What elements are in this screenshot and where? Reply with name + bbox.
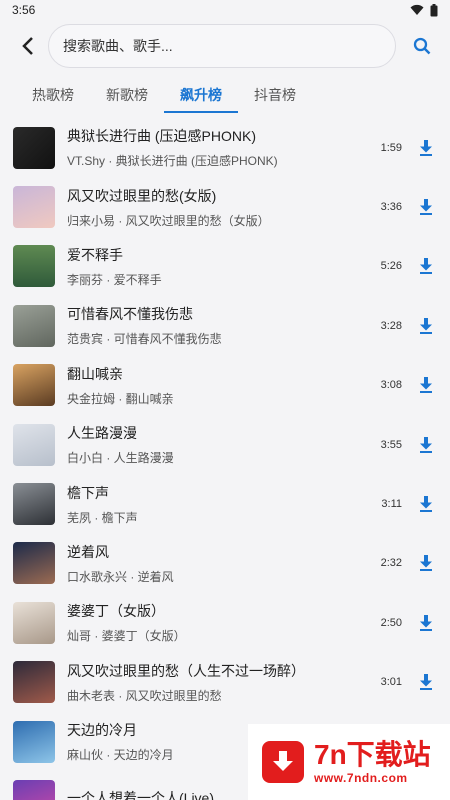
song-title: 婆婆丁（女版） (67, 603, 165, 620)
album-cover (13, 720, 55, 763)
album-cover (13, 542, 55, 585)
song-row[interactable]: 婆婆丁（女版） 灿哥 · 婆婆丁（女版） 2:50 (0, 593, 450, 652)
song-duration: 3:11 (381, 498, 402, 511)
song-artist-album: 曲木老表 · 风又吹过眼里的愁 (67, 688, 222, 703)
download-icon (420, 199, 432, 216)
search-placeholder: 搜索歌曲、歌手... (63, 38, 173, 54)
download-button[interactable] (416, 494, 436, 514)
search-input[interactable]: 搜索歌曲、歌手... (48, 24, 396, 68)
status-time: 3:56 (12, 3, 36, 17)
song-title: 檐下声 (67, 484, 109, 501)
song-artist-album: 归来小易 · 风又吹过眼里的愁（女版） (67, 213, 270, 228)
download-button[interactable] (416, 553, 436, 573)
tab-douyin[interactable]: 抖音榜 (238, 72, 312, 118)
download-icon (420, 139, 432, 156)
tab-rising[interactable]: 飙升榜 (164, 72, 238, 118)
song-duration: 2:50 (380, 616, 402, 629)
download-button[interactable] (416, 138, 436, 158)
download-button[interactable] (416, 375, 436, 395)
album-cover (13, 661, 55, 704)
song-duration: 5:26 (380, 260, 402, 273)
song-row[interactable]: 可惜春风不懂我伤悲范贵宾 · 可惜春风不懂我伤悲 3:28 (0, 296, 450, 355)
download-icon (420, 496, 432, 513)
battery-icon (430, 3, 438, 16)
watermark: 7n下载站 www.7ndn.com (248, 724, 450, 800)
download-icon (420, 674, 432, 691)
album-cover (13, 304, 55, 347)
song-artist-album: 白小白 · 人生路漫漫 (67, 451, 174, 466)
song-artist-album: 灿哥 · 婆婆丁（女版） (67, 629, 186, 644)
download-icon (420, 614, 432, 631)
album-cover (13, 423, 55, 466)
song-row[interactable]: 逆着风口水歌永兴 · 逆着风 2:32 (0, 534, 450, 593)
song-duration: 1:59 (380, 141, 402, 154)
download-button[interactable] (416, 613, 436, 633)
watermark-name: 7n下载站 (314, 739, 431, 770)
back-button[interactable] (16, 34, 40, 58)
song-row[interactable]: 人生路漫漫白小白 · 人生路漫漫 3:55 (0, 415, 450, 474)
wifi-icon (410, 4, 424, 15)
song-artist-album: 李丽芬 · 爱不释手 (67, 272, 162, 287)
song-artist-album: 央金拉姆 · 翻山喊亲 (67, 391, 174, 406)
song-artist-album: 口水歌永兴 · 逆着风 (67, 569, 174, 584)
status-bar: 3:56 (0, 0, 450, 20)
song-duration: 3:36 (380, 201, 402, 214)
song-duration: 3:08 (380, 379, 402, 392)
song-row[interactable]: 典狱长进行曲 (压迫感PHONK) VT.Shy · 典狱长进行曲 (压迫感PHO… (0, 118, 450, 177)
song-title: 风又吹过眼里的愁（人生不过一场醉） (67, 662, 305, 679)
download-logo-icon (262, 741, 304, 783)
song-title: 可惜春风不懂我伤悲 (67, 306, 193, 323)
album-cover (13, 364, 55, 407)
song-artist-album: 芜夙 · 檐下声 (67, 510, 138, 525)
song-row[interactable]: 风又吹过眼里的愁（人生不过一场醉） 曲木老表 · 风又吹过眼里的愁 3:01 (0, 653, 450, 712)
search-icon (413, 37, 431, 55)
watermark-url: www.7ndn.com (314, 771, 408, 785)
song-row[interactable]: 爱不释手李丽芬 · 爱不释手 5:26 (0, 237, 450, 296)
download-icon (420, 317, 432, 334)
song-row[interactable]: 檐下声芜夙 · 檐下声 3:11 (0, 474, 450, 533)
chart-tabs: 热歌榜 新歌榜 飙升榜 抖音榜 (0, 72, 450, 118)
song-artist-album: VT.Shy · 典狱长进行曲 (压迫感PHONK) (67, 154, 278, 169)
song-row[interactable]: 翻山喊亲央金拉姆 · 翻山喊亲 3:08 (0, 356, 450, 415)
song-duration: 2:32 (380, 557, 402, 570)
song-duration: 3:55 (380, 438, 402, 451)
song-list: 典狱长进行曲 (压迫感PHONK) VT.Shy · 典狱长进行曲 (压迫感PHO… (0, 118, 450, 800)
song-title: 典狱长进行曲 (压迫感PHONK) (67, 128, 256, 145)
song-title: 爱不释手 (67, 246, 123, 263)
album-cover (13, 779, 55, 800)
song-artist-album: 范贵宾 · 可惜春风不懂我伤悲 (67, 332, 222, 347)
song-title: 人生路漫漫 (67, 425, 137, 442)
back-arrow-icon (22, 37, 33, 55)
download-button[interactable] (416, 435, 436, 455)
tab-hot[interactable]: 热歌榜 (16, 72, 90, 118)
header: 搜索歌曲、歌手... (0, 20, 450, 72)
song-title: 逆着风 (67, 543, 109, 560)
song-row[interactable]: 风又吹过眼里的愁(女版) 归来小易 · 风又吹过眼里的愁（女版） 3:36 (0, 177, 450, 236)
download-button[interactable] (416, 672, 436, 692)
song-duration: 3:01 (380, 676, 402, 689)
album-cover (13, 186, 55, 229)
album-cover (13, 245, 55, 288)
song-title: 风又吹过眼里的愁(女版) (67, 187, 217, 204)
song-duration: 3:28 (380, 319, 402, 332)
download-button[interactable] (416, 256, 436, 276)
album-cover (13, 483, 55, 526)
tab-new[interactable]: 新歌榜 (90, 72, 164, 118)
album-cover (13, 126, 55, 169)
search-button[interactable] (404, 28, 440, 64)
download-icon (420, 555, 432, 572)
download-button[interactable] (416, 316, 436, 336)
album-cover (13, 601, 55, 644)
download-icon (420, 436, 432, 453)
song-title: 翻山喊亲 (67, 365, 123, 382)
download-button[interactable] (416, 197, 436, 217)
download-icon (420, 258, 432, 275)
download-icon (420, 377, 432, 394)
